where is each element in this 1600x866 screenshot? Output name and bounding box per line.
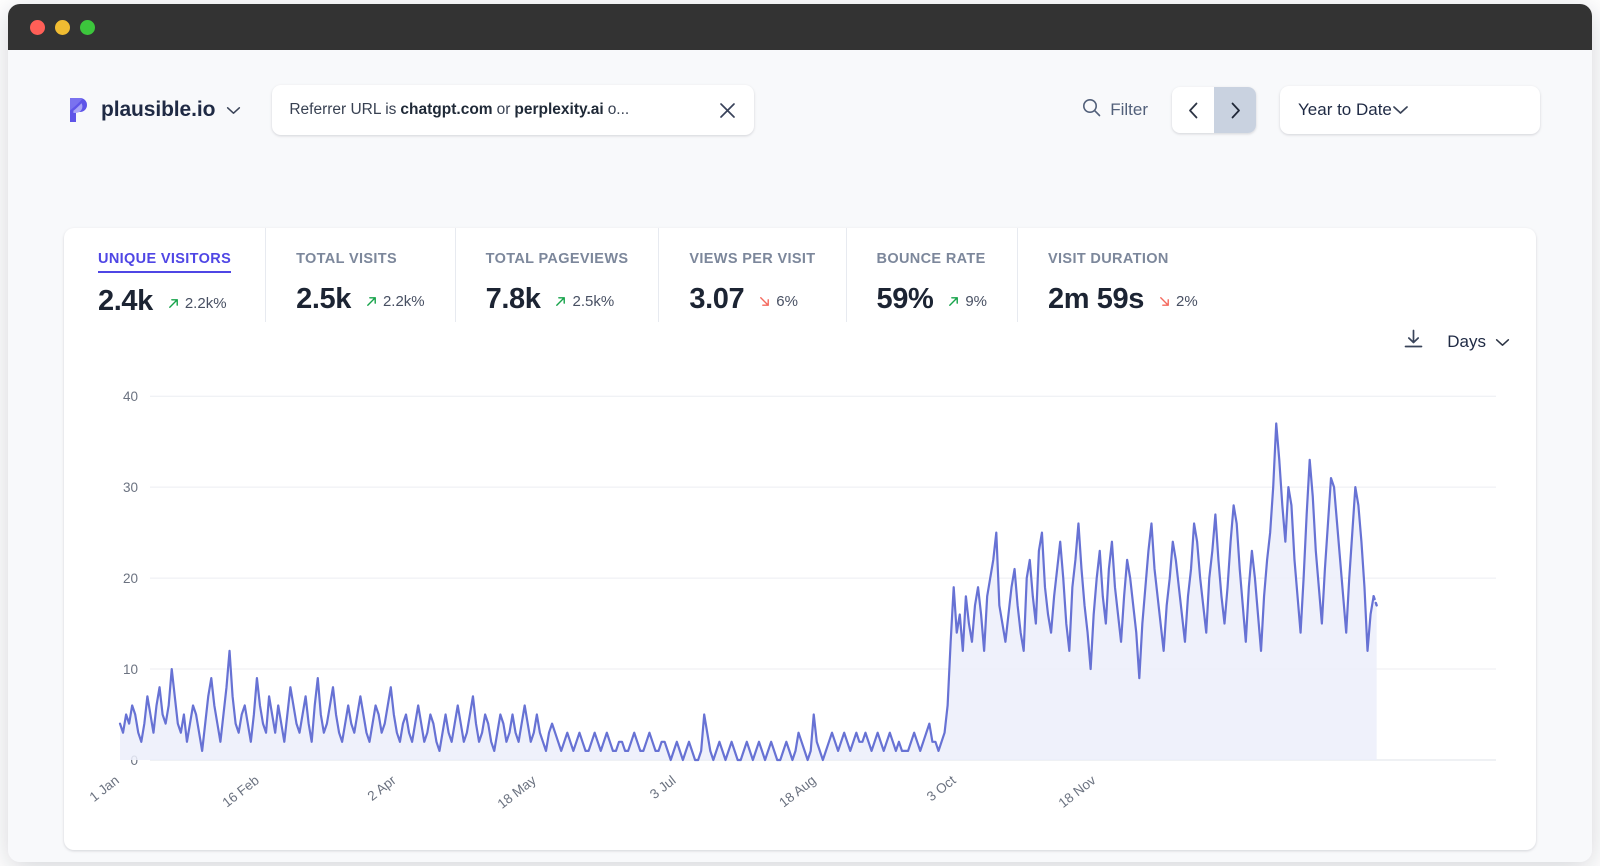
metric-delta-value: 2.2k% — [185, 295, 227, 312]
metric-label: UNIQUE VISITORS — [98, 251, 231, 273]
x-axis-tick: 18 Aug — [776, 773, 818, 811]
metric-label: VISIT DURATION — [1048, 251, 1169, 271]
metric-delta-value: 2.5k% — [572, 293, 614, 310]
search-icon — [1082, 98, 1101, 122]
x-axis-tick-group: 1 Jan — [87, 773, 122, 805]
filter-button[interactable]: Filter — [1082, 98, 1148, 122]
x-axis-tick: 3 Oct — [924, 772, 959, 804]
filter-chip-overflow: o... — [608, 101, 630, 119]
chevron-left-icon[interactable] — [1172, 87, 1214, 133]
x-axis-tick-group: 18 Nov — [1056, 772, 1099, 810]
x-axis-tick-group: 2 Apr — [365, 772, 399, 804]
stats-card: UNIQUE VISITORS 2.4k 2.2k% TOTAL VISITS 2.5k… — [64, 228, 1536, 850]
x-axis-tick: 3 Jul — [647, 773, 679, 802]
visitors-chart[interactable]: 0102030401 Jan16 Feb2 Apr18 May3 Jul18 A… — [64, 360, 1536, 850]
metric-visit-duration[interactable]: VISIT DURATION 2m 59s 2% — [1017, 228, 1228, 322]
topbar-controls: Filter — [1082, 86, 1540, 134]
metrics-row: UNIQUE VISITORS 2.4k 2.2k% TOTAL VISITS 2.5k… — [64, 228, 1536, 322]
metric-value: 7.8k — [486, 283, 541, 316]
y-axis-tick: 10 — [123, 662, 138, 677]
x-axis-tick-group: 18 May — [495, 772, 539, 811]
metric-value: 3.07 — [689, 283, 744, 316]
filter-chip-conjunction: or — [497, 101, 511, 119]
metric-total-pageviews[interactable]: TOTAL PAGEVIEWS 7.8k 2.5k% — [455, 228, 659, 322]
period-selector-value: Year to Date — [1298, 100, 1392, 120]
metric-label: BOUNCE RATE — [877, 251, 986, 271]
window-zoom-button[interactable] — [80, 20, 95, 35]
metric-value: 59% — [877, 283, 934, 316]
trend-down-icon — [758, 295, 771, 308]
metric-label: TOTAL VISITS — [296, 251, 397, 271]
filter-chip-value-2: perplexity.ai — [514, 101, 603, 119]
trend-down-icon — [1158, 295, 1171, 308]
x-axis-tick: 16 Feb — [219, 773, 261, 811]
interval-selector-label: Days — [1447, 332, 1486, 352]
metric-delta-value: 9% — [965, 293, 987, 310]
window-close-button[interactable] — [30, 20, 45, 35]
x-axis-tick-group: 3 Jul — [647, 773, 679, 802]
metric-unique-visitors[interactable]: UNIQUE VISITORS 2.4k 2.2k% — [98, 228, 265, 322]
metric-value: 2.4k — [98, 285, 153, 318]
plausible-logo-icon — [64, 96, 90, 124]
page-viewport: plausible.io Referrer URL is chatgpt.com… — [8, 50, 1592, 862]
metric-value: 2.5k — [296, 283, 351, 316]
metric-delta-value: 2.2k% — [383, 293, 425, 310]
y-axis-tick: 20 — [123, 571, 138, 586]
metric-delta: 2.5k% — [554, 293, 614, 310]
x-axis-tick: 1 Jan — [87, 773, 122, 805]
chart-svg: 0102030401 Jan16 Feb2 Apr18 May3 Jul18 A… — [64, 360, 1536, 850]
chevron-down-icon[interactable] — [226, 106, 241, 115]
app-root: plausible.io Referrer URL is chatgpt.com… — [0, 0, 1600, 866]
close-icon[interactable] — [714, 97, 740, 123]
trend-up-icon — [167, 297, 180, 310]
metric-delta: 2.2k% — [167, 295, 227, 312]
window-titlebar — [8, 4, 1592, 50]
filter-chip-prefix: Referrer URL is — [289, 101, 396, 119]
dashboard-topbar: plausible.io Referrer URL is chatgpt.com… — [8, 50, 1592, 170]
filter-chip[interactable]: Referrer URL is chatgpt.com or perplexit… — [272, 85, 754, 135]
metric-delta: 6% — [758, 293, 798, 310]
trend-up-icon — [947, 295, 960, 308]
trend-up-icon — [554, 295, 567, 308]
metric-delta-value: 2% — [1176, 293, 1198, 310]
metric-delta: 9% — [947, 293, 987, 310]
metric-value: 2m 59s — [1048, 283, 1144, 316]
site-name: plausible.io — [101, 98, 215, 122]
period-nav — [1172, 87, 1256, 133]
x-axis-tick: 2 Apr — [365, 772, 399, 804]
chevron-right-icon[interactable] — [1214, 87, 1256, 133]
window-minimize-button[interactable] — [55, 20, 70, 35]
trend-up-icon — [365, 295, 378, 308]
x-axis-tick-group: 3 Oct — [924, 772, 959, 804]
download-icon[interactable] — [1402, 328, 1425, 356]
metric-delta-value: 6% — [776, 293, 798, 310]
metric-bounce-rate[interactable]: BOUNCE RATE 59% 9% — [846, 228, 1018, 322]
metric-delta: 2% — [1158, 293, 1198, 310]
y-axis-tick: 30 — [123, 480, 138, 495]
filter-chip-value-1: chatgpt.com — [400, 101, 492, 119]
metric-label: TOTAL PAGEVIEWS — [486, 251, 629, 271]
metric-delta: 2.2k% — [365, 293, 425, 310]
chart-toolbar: Days — [1402, 328, 1510, 356]
period-selector[interactable]: Year to Date — [1280, 86, 1540, 134]
chevron-down-icon — [1392, 105, 1409, 115]
site-switcher[interactable]: plausible.io — [64, 96, 241, 124]
x-axis-tick-group: 18 Aug — [776, 773, 818, 811]
metric-views-per-visit[interactable]: VIEWS PER VISIT 3.07 6% — [658, 228, 845, 322]
metric-label: VIEWS PER VISIT — [689, 251, 815, 271]
x-axis-tick: 18 May — [495, 772, 539, 811]
browser-window: plausible.io Referrer URL is chatgpt.com… — [8, 4, 1592, 862]
interval-selector[interactable]: Days — [1447, 332, 1510, 352]
metric-total-visits[interactable]: TOTAL VISITS 2.5k 2.2k% — [265, 228, 455, 322]
x-axis-tick-group: 16 Feb — [219, 773, 261, 811]
x-axis-tick: 18 Nov — [1056, 772, 1099, 810]
chevron-down-icon — [1495, 338, 1510, 347]
y-axis-tick: 40 — [123, 389, 138, 404]
filter-button-label: Filter — [1110, 100, 1148, 120]
